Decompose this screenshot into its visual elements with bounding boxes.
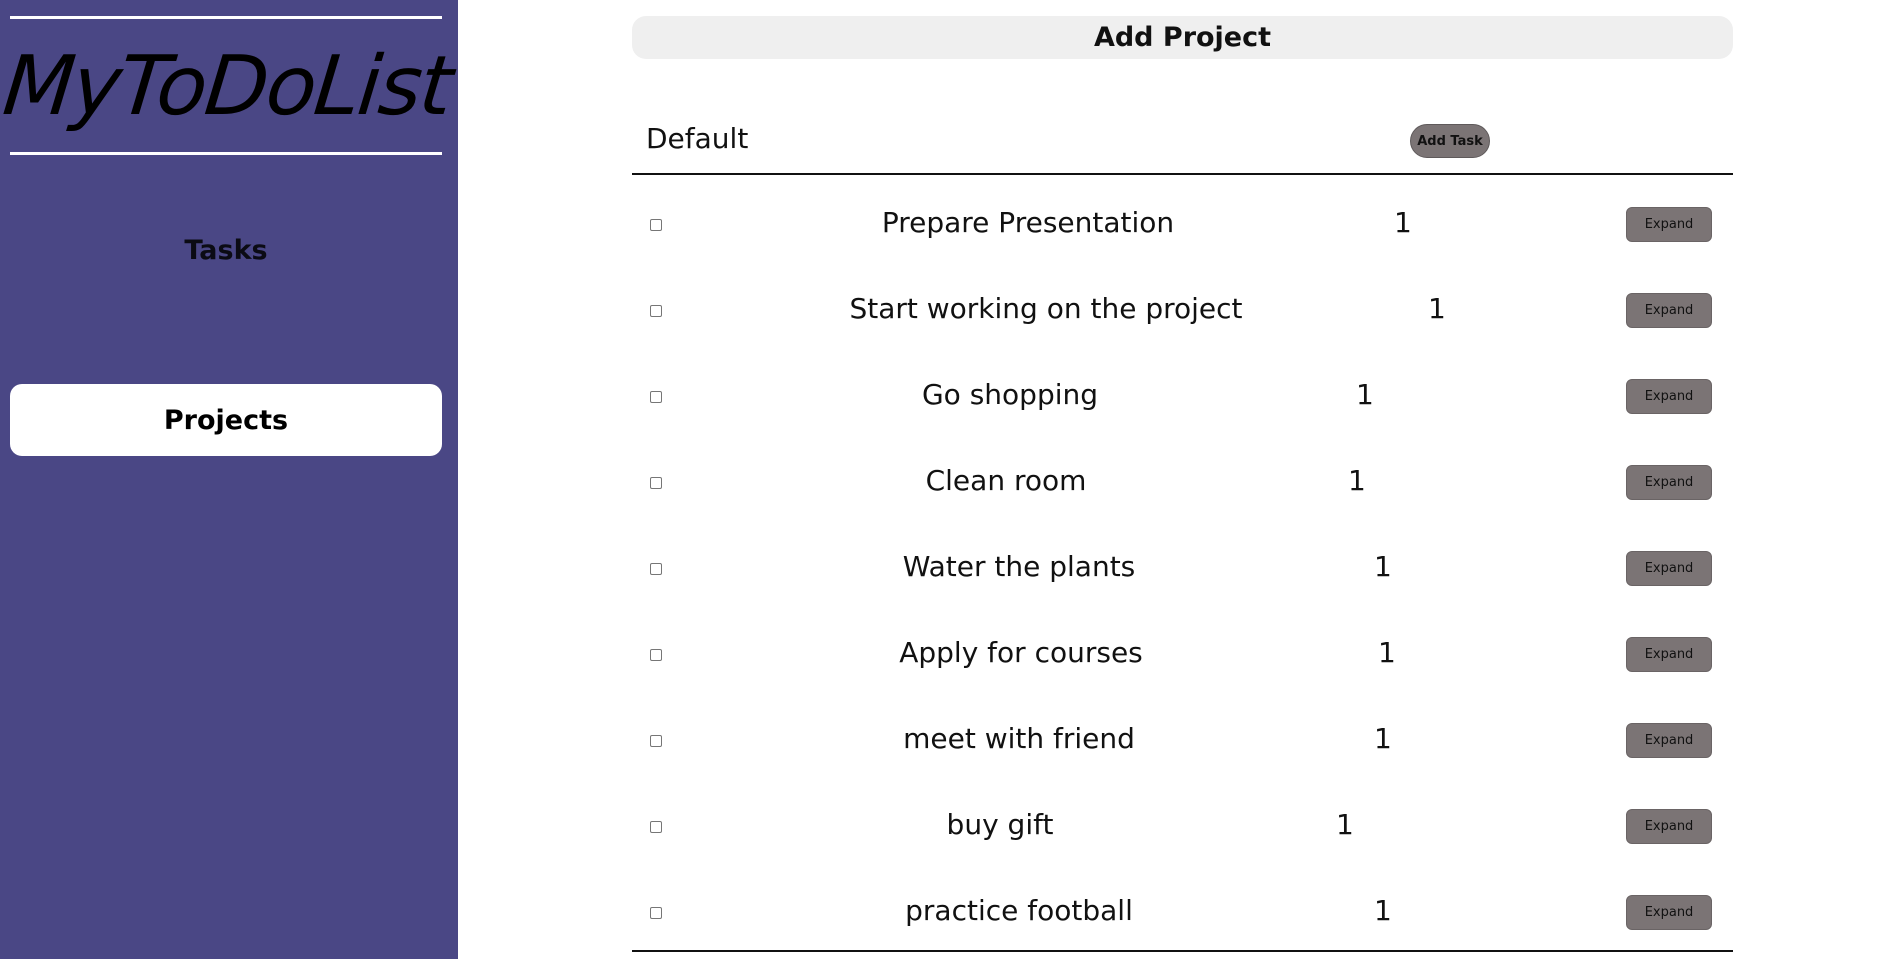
task-title: Start working on the project [849, 292, 1243, 325]
expand-button[interactable]: Expand [1626, 379, 1712, 414]
task-checkbox[interactable] [650, 305, 662, 317]
main-content: Add Project Default Add Task Prepare Pre… [632, 0, 1733, 959]
task-row: Go shopping 1 Expand [632, 354, 1733, 440]
task-priority: 1 [1374, 722, 1392, 755]
project-title: Default [646, 122, 749, 155]
task-row: Water the plants 1 Expand [632, 526, 1733, 612]
task-priority: 1 [1356, 378, 1374, 411]
expand-button[interactable]: Expand [1626, 637, 1712, 672]
task-priority: 1 [1428, 292, 1446, 325]
task-title: Water the plants [902, 550, 1136, 583]
task-checkbox[interactable] [650, 821, 662, 833]
task-row: Apply for courses 1 Expand [632, 612, 1733, 698]
task-row: Clean room 1 Expand [632, 440, 1733, 526]
task-title: Go shopping [921, 378, 1099, 411]
task-checkbox[interactable] [650, 907, 662, 919]
task-row: practice football 1 Expand [632, 870, 1733, 956]
task-checkbox[interactable] [650, 477, 662, 489]
task-priority: 1 [1336, 808, 1354, 841]
task-title: Apply for courses [899, 636, 1143, 669]
task-checkbox[interactable] [650, 649, 662, 661]
task-row: meet with friend 1 Expand [632, 698, 1733, 784]
task-row: Start working on the project 1 Expand [632, 268, 1733, 354]
task-checkbox[interactable] [650, 735, 662, 747]
task-checkbox[interactable] [650, 391, 662, 403]
expand-button[interactable]: Expand [1626, 895, 1712, 930]
add-project-button[interactable]: Add Project [632, 16, 1733, 59]
logo-top-rule [10, 16, 442, 19]
task-row: Prepare Presentation 1 Expand [632, 182, 1733, 268]
app-logo: MyToDoList [0, 39, 456, 134]
task-checkbox[interactable] [650, 219, 662, 231]
task-title: Prepare Presentation [881, 206, 1175, 239]
task-title: meet with friend [903, 722, 1135, 755]
task-priority: 1 [1394, 206, 1412, 239]
expand-button[interactable]: Expand [1626, 551, 1712, 586]
task-priority: 1 [1374, 550, 1392, 583]
sidebar-item-projects[interactable]: Projects [10, 384, 442, 456]
expand-button[interactable]: Expand [1626, 207, 1712, 242]
sidebar: MyToDoList Tasks Projects [0, 0, 458, 959]
expand-button[interactable]: Expand [1626, 809, 1712, 844]
task-title: Clean room [925, 464, 1087, 497]
project-bottom-rule [632, 950, 1733, 952]
sidebar-item-tasks[interactable]: Tasks [10, 214, 442, 286]
task-checkbox[interactable] [650, 563, 662, 575]
task-title: buy gift [946, 808, 1054, 841]
project-header: Default Add Task [632, 108, 1733, 175]
task-row: buy gift 1 Expand [632, 784, 1733, 870]
task-title: practice football [905, 894, 1133, 927]
task-priority: 1 [1348, 464, 1366, 497]
logo-bottom-rule [10, 152, 442, 155]
expand-button[interactable]: Expand [1626, 293, 1712, 328]
task-priority: 1 [1378, 636, 1396, 669]
expand-button[interactable]: Expand [1626, 465, 1712, 500]
task-priority: 1 [1374, 894, 1392, 927]
add-task-button[interactable]: Add Task [1410, 124, 1490, 158]
expand-button[interactable]: Expand [1626, 723, 1712, 758]
